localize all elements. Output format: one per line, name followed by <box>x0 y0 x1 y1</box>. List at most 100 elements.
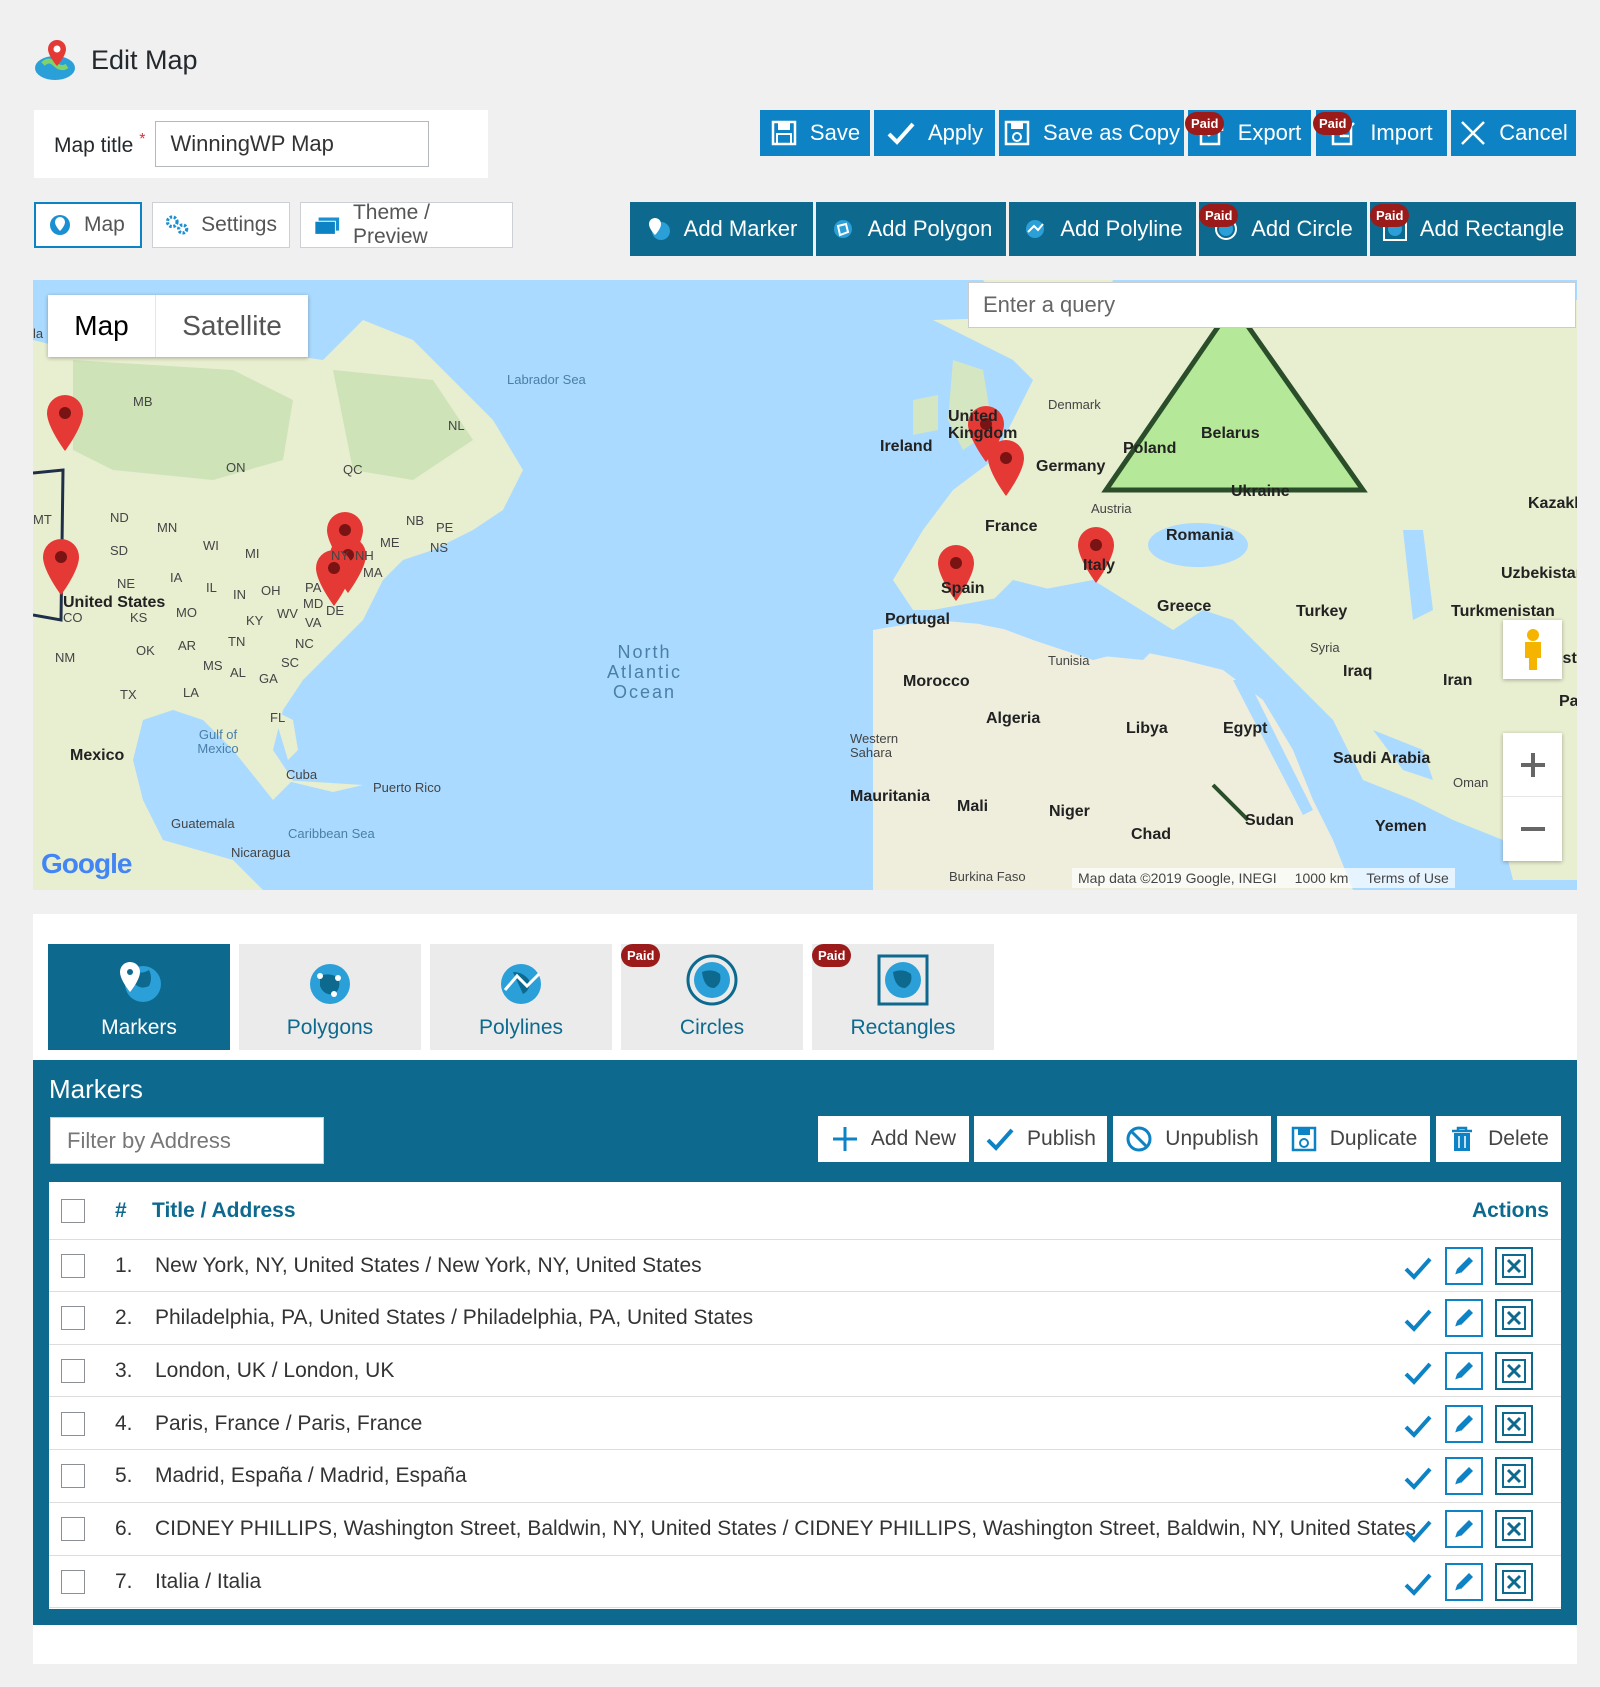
tab-settings[interactable]: Settings <box>152 202 290 248</box>
save-as-copy-button[interactable]: Save as Copy <box>999 110 1184 156</box>
map-label: NH <box>355 548 374 563</box>
map-label: Gulf of Mexico <box>197 727 239 756</box>
polygon-globe-icon <box>310 964 350 1004</box>
row-checkbox[interactable] <box>61 1306 85 1331</box>
row-title[interactable]: Italia / Italia <box>155 1570 261 1594</box>
map-label: SC <box>281 655 300 670</box>
paid-badge: Paid <box>1370 204 1410 227</box>
tab-markers[interactable]: Markers <box>48 944 230 1050</box>
map-label: Mauritania <box>850 788 931 805</box>
map-label: Uzbekistan <box>1501 565 1577 582</box>
circle-globe-icon <box>686 954 738 1006</box>
remove-button[interactable] <box>1495 1299 1533 1338</box>
edit-button[interactable] <box>1445 1510 1483 1548</box>
street-view-pegman[interactable] <box>1503 620 1562 679</box>
row-checkbox[interactable] <box>61 1464 85 1489</box>
row-title[interactable]: CIDNEY PHILLIPS, Washington Street, Bald… <box>155 1517 1416 1541</box>
apply-button[interactable]: Apply <box>874 110 995 156</box>
polyline-globe-icon <box>501 964 541 1004</box>
map-marker-2[interactable] <box>41 537 81 597</box>
remove-button[interactable] <box>1495 1457 1533 1496</box>
edit-button[interactable] <box>1445 1457 1483 1496</box>
published-check-icon[interactable] <box>1403 1514 1433 1544</box>
zoom-in-button[interactable] <box>1503 733 1562 797</box>
map-marker-7[interactable] <box>986 438 1026 498</box>
published-check-icon[interactable] <box>1403 1409 1433 1439</box>
publish-button[interactable]: Publish <box>974 1116 1107 1162</box>
save-button[interactable]: Save <box>760 110 870 156</box>
map-label-ocean: North Atlantic Ocean <box>607 642 683 702</box>
tab-theme-preview[interactable]: Theme / Preview <box>300 201 513 248</box>
row-checkbox[interactable] <box>61 1411 85 1436</box>
map-label: France <box>985 518 1038 535</box>
cancel-button[interactable]: Cancel <box>1451 110 1576 156</box>
add-polyline-button[interactable]: Add Polyline <box>1009 202 1196 256</box>
remove-button[interactable] <box>1495 1510 1533 1548</box>
published-check-icon[interactable] <box>1403 1303 1433 1333</box>
edit-button[interactable] <box>1445 1351 1483 1390</box>
map-canvas[interactable]: Labrador Sea North Atlantic Ocean Ireland … <box>33 280 1577 890</box>
row-title[interactable]: Paris, France / Paris, France <box>155 1412 422 1436</box>
row-checkbox[interactable] <box>61 1569 85 1594</box>
map-marker-9[interactable] <box>1076 525 1116 585</box>
map-label: Mali <box>957 798 989 815</box>
tab-polygons[interactable]: Polygons <box>239 944 421 1050</box>
filter-address-input[interactable]: Filter by Address <box>50 1117 324 1164</box>
row-title[interactable]: Madrid, España / Madrid, España <box>155 1464 467 1488</box>
marker-globe-icon <box>648 218 670 240</box>
map-label: Portugal <box>885 611 950 628</box>
published-check-icon[interactable] <box>1403 1567 1433 1597</box>
published-check-icon[interactable] <box>1403 1461 1433 1491</box>
edit-button[interactable] <box>1445 1562 1483 1601</box>
add-polygon-button[interactable]: Add Polygon <box>816 202 1006 256</box>
map-title-input[interactable] <box>155 121 430 167</box>
edit-button[interactable] <box>1445 1299 1483 1338</box>
map-terms-link[interactable]: Terms of Use <box>1366 870 1448 886</box>
map-label: QC <box>343 462 363 477</box>
map-label: Chad <box>1131 826 1171 843</box>
map-label: WV <box>277 606 298 621</box>
duplicate-button[interactable]: Duplicate <box>1277 1116 1430 1162</box>
map-label: Burkina Faso <box>949 869 1026 884</box>
map-search-input[interactable]: Enter a query <box>968 282 1576 328</box>
map-label: Denmark <box>1048 397 1101 412</box>
row-title[interactable]: London, UK / London, UK <box>155 1359 394 1383</box>
delete-button[interactable]: Delete <box>1436 1116 1561 1162</box>
published-check-icon[interactable] <box>1403 1251 1433 1281</box>
tab-polylines[interactable]: Polylines <box>430 944 612 1050</box>
edit-button[interactable] <box>1445 1246 1483 1285</box>
tab-map[interactable]: Map <box>34 202 142 248</box>
row-title[interactable]: New York, NY, United States / New York, … <box>155 1254 702 1278</box>
row-checkbox[interactable] <box>61 1253 85 1278</box>
map-type-satellite-button[interactable]: Satellite <box>155 295 308 357</box>
map-type-map-button[interactable]: Map <box>48 295 155 357</box>
map-label: MO <box>176 605 197 620</box>
polyline-globe-icon <box>1026 220 1045 238</box>
select-all-checkbox[interactable] <box>61 1198 85 1223</box>
row-title[interactable]: Philadelphia, PA, United States / Philad… <box>155 1306 753 1330</box>
add-new-button[interactable]: Add New <box>818 1116 969 1162</box>
edit-button[interactable] <box>1445 1404 1483 1443</box>
edit-icon <box>1454 1309 1473 1328</box>
row-checkbox[interactable] <box>61 1517 85 1541</box>
remove-button[interactable] <box>1495 1562 1533 1601</box>
remove-button[interactable] <box>1495 1351 1533 1390</box>
remove-button[interactable] <box>1495 1246 1533 1285</box>
map-label: GA <box>259 671 278 686</box>
published-check-icon[interactable] <box>1403 1356 1433 1386</box>
column-title[interactable]: Title / Address <box>152 1199 296 1223</box>
add-marker-button[interactable]: Add Marker <box>630 202 813 256</box>
row-number: 3. <box>115 1358 133 1382</box>
remove-button[interactable] <box>1495 1404 1533 1443</box>
row-checkbox[interactable] <box>61 1358 85 1383</box>
zoom-out-button[interactable] <box>1503 797 1562 861</box>
map-label: CO <box>63 610 83 625</box>
unpublish-button[interactable]: Unpublish <box>1113 1116 1271 1162</box>
map-logo-icon <box>35 40 75 80</box>
map-label: NM <box>55 650 76 665</box>
close-box-icon <box>1502 1517 1526 1541</box>
map-label: Pa <box>1559 693 1577 710</box>
table-row: 1. New York, NY, United States / New Yor… <box>49 1240 1561 1292</box>
page-header: Edit Map <box>33 38 198 82</box>
map-marker-1[interactable] <box>45 393 85 453</box>
